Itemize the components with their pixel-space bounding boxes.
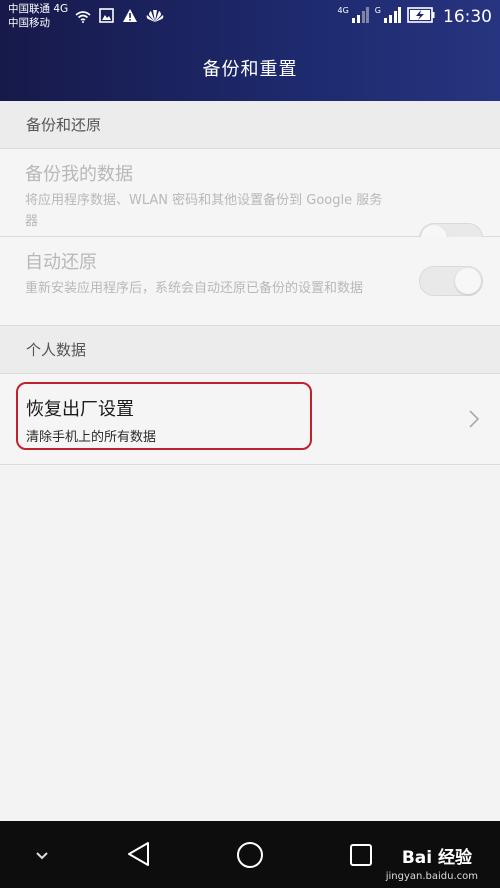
- factory-reset-subtitle: 清除手机上的所有数据: [26, 430, 157, 445]
- page-title: 备份和重置: [202, 59, 298, 80]
- image-icon: [99, 7, 114, 27]
- factory-reset-title: 恢复出厂设置: [26, 399, 134, 420]
- status-right: 4G G 16:30: [338, 4, 493, 30]
- factory-reset-row[interactable]: 恢复出厂设置 清除手机上的所有数据: [0, 374, 500, 465]
- backup-data-row[interactable]: 备份我的数据 将应用程序数据、WLAN 密码和其他设置备份到 Google 服务…: [0, 149, 500, 253]
- clock: 16:30: [443, 7, 492, 27]
- chevron-right-icon: [468, 409, 480, 433]
- watermark-brand: Bai 经验: [401, 848, 472, 868]
- status-bar: 中国联通 4G 中国移动 4G G 16:30: [0, 0, 500, 36]
- carrier-1: 中国联通 4G: [8, 3, 69, 15]
- backup-data-title: 备份我的数据: [25, 164, 133, 185]
- battery-charging-icon: [407, 7, 435, 27]
- carrier-2: 中国移动: [8, 17, 50, 29]
- notification-icons: [75, 7, 164, 27]
- watermark-url: jingyan.baidu.com: [385, 871, 478, 882]
- settings-content: 备份和还原 备份我的数据 将应用程序数据、WLAN 密码和其他设置备份到 Goo…: [0, 101, 500, 821]
- auto-restore-title: 自动还原: [25, 252, 97, 273]
- section-header-backup: 备份和还原: [0, 101, 500, 149]
- wifi-hotspot-icon: [75, 8, 91, 27]
- section-header-personal: 个人数据: [0, 326, 500, 374]
- auto-restore-row[interactable]: 自动还原 重新安装应用程序后，系统会自动还原已备份的设置和数据: [0, 237, 500, 326]
- hide-nav-chevron-down-icon[interactable]: [34, 847, 50, 866]
- navigation-bar: Bai 经验 jingyan.baidu.com: [0, 821, 500, 888]
- warning-icon: [122, 8, 138, 27]
- network-type-2: G: [374, 5, 381, 15]
- top-bar: 中国联通 4G 中国移动 4G G 16:30 备份和重置: [0, 0, 500, 101]
- auto-restore-subtitle: 重新安装应用程序后，系统会自动还原已备份的设置和数据: [25, 281, 364, 296]
- recent-apps-square-icon[interactable]: [349, 843, 373, 871]
- auto-restore-toggle[interactable]: [419, 266, 483, 296]
- toggle-knob: [455, 268, 481, 294]
- home-circle-icon[interactable]: [236, 841, 264, 873]
- back-triangle-icon[interactable]: [126, 841, 152, 871]
- carrier-info: 中国联通 4G 中国移动: [8, 2, 68, 30]
- huawei-logo-icon: [146, 8, 164, 27]
- watermark-logo: Bai 经验: [402, 843, 472, 868]
- network-type-1: 4G: [337, 5, 349, 15]
- backup-data-subtitle: 将应用程序数据、WLAN 密码和其他设置备份到 Google 服务器: [25, 193, 383, 229]
- signal-icon-1: [351, 7, 369, 27]
- signal-icon-2: [383, 7, 401, 27]
